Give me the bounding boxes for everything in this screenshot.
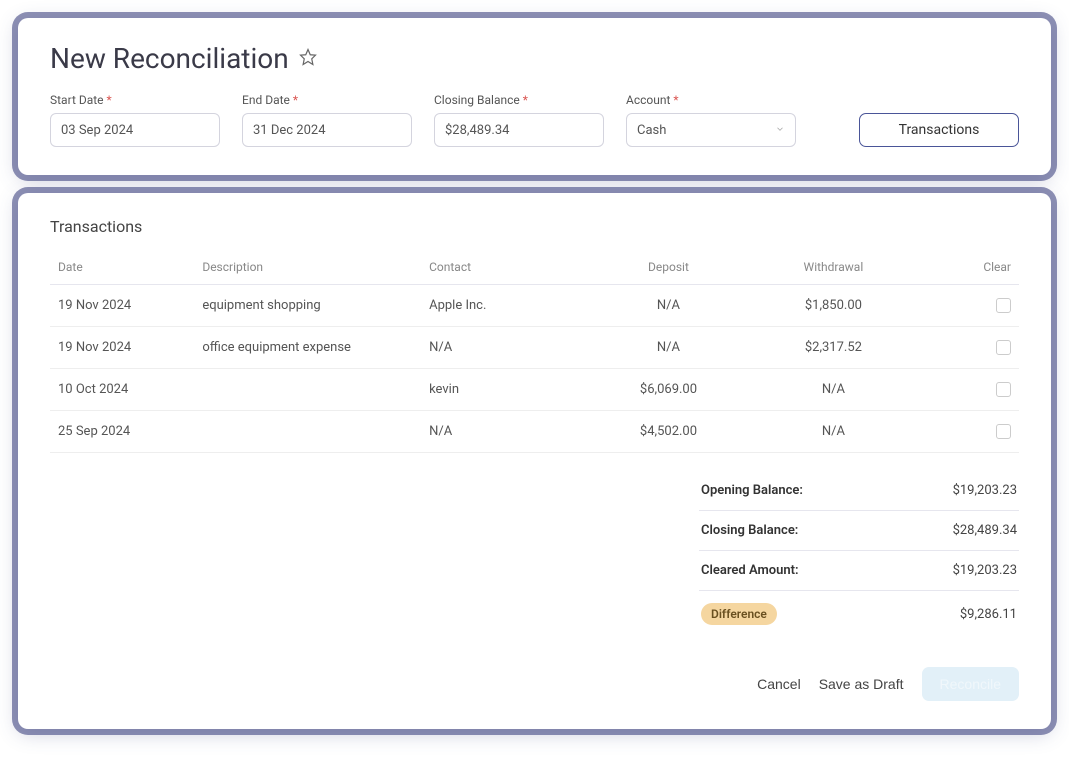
cell-description: office equipment expense — [194, 327, 421, 369]
table-row: 10 Oct 2024 kevin$6,069.00N/A — [50, 369, 1019, 411]
opening-balance-label: Opening Balance: — [701, 483, 803, 498]
closing-balance-value: $28,489.34 — [445, 123, 509, 138]
col-deposit: Deposit — [586, 250, 751, 285]
cell-withdrawal: $2,317.52 — [751, 327, 916, 369]
filters-row: Start Date* 03 Sep 2024 End Date* 31 Dec… — [50, 93, 1019, 147]
closing-balance-label: Closing Balance — [434, 93, 520, 107]
cell-clear — [916, 411, 1019, 453]
summary-cleared-amount: Cleared Amount: $19,203.23 — [699, 551, 1019, 591]
closing-balance-summary-value: $28,489.34 — [953, 523, 1017, 538]
actions-row: Cancel Save as Draft Reconcile — [50, 667, 1019, 701]
end-date-field: End Date* 31 Dec 2024 — [242, 93, 412, 147]
header-card: New Reconciliation Start Date* 03 Sep 20… — [18, 18, 1051, 175]
summary-panel: Opening Balance: $19,203.23 Closing Bala… — [699, 471, 1019, 637]
reconcile-label: Reconcile — [940, 676, 1001, 692]
cancel-button[interactable]: Cancel — [757, 676, 801, 692]
cell-withdrawal: N/A — [751, 411, 916, 453]
cell-contact: N/A — [421, 411, 586, 453]
start-date-field: Start Date* 03 Sep 2024 — [50, 93, 220, 147]
cell-withdrawal: $1,850.00 — [751, 285, 916, 327]
transactions-title: Transactions — [50, 217, 1019, 236]
closing-balance-field: Closing Balance* $28,489.34 — [434, 93, 604, 147]
end-date-label: End Date — [242, 93, 290, 107]
summary-closing-balance: Closing Balance: $28,489.34 — [699, 511, 1019, 551]
closing-balance-input[interactable]: $28,489.34 — [434, 113, 604, 147]
save-draft-label: Save as Draft — [819, 676, 904, 692]
cell-withdrawal: N/A — [751, 369, 916, 411]
difference-value: $9,286.11 — [960, 607, 1017, 622]
cancel-label: Cancel — [757, 676, 801, 692]
cell-date: 10 Oct 2024 — [50, 369, 194, 411]
closing-balance-summary-label: Closing Balance: — [701, 523, 798, 538]
cleared-amount-label: Cleared Amount: — [701, 563, 799, 578]
save-draft-button[interactable]: Save as Draft — [819, 676, 904, 692]
account-select[interactable]: Cash — [626, 113, 796, 147]
cleared-amount-value: $19,203.23 — [953, 563, 1017, 578]
start-date-label: Start Date — [50, 93, 104, 107]
cell-date: 25 Sep 2024 — [50, 411, 194, 453]
account-field: Account* Cash — [626, 93, 796, 147]
table-row: 19 Nov 2024equipment shoppingApple Inc.N… — [50, 285, 1019, 327]
cell-date: 19 Nov 2024 — [50, 327, 194, 369]
star-icon[interactable] — [299, 48, 317, 70]
cell-contact: Apple Inc. — [421, 285, 586, 327]
cell-clear — [916, 369, 1019, 411]
col-description: Description — [194, 250, 421, 285]
cell-description — [194, 369, 421, 411]
transactions-button-label: Transactions — [899, 122, 980, 138]
opening-balance-value: $19,203.23 — [953, 483, 1017, 498]
chevron-down-icon — [775, 123, 785, 138]
end-date-value: 31 Dec 2024 — [253, 123, 326, 138]
page-title: New Reconciliation — [50, 42, 289, 75]
account-value: Cash — [637, 123, 666, 138]
col-clear: Clear — [916, 250, 1019, 285]
cell-deposit: $6,069.00 — [586, 369, 751, 411]
reconcile-button[interactable]: Reconcile — [922, 667, 1019, 701]
end-date-input[interactable]: 31 Dec 2024 — [242, 113, 412, 147]
transactions-table: Date Description Contact Deposit Withdra… — [50, 250, 1019, 453]
start-date-value: 03 Sep 2024 — [61, 123, 133, 138]
start-date-input[interactable]: 03 Sep 2024 — [50, 113, 220, 147]
clear-checkbox[interactable] — [996, 424, 1011, 439]
cell-contact: kevin — [421, 369, 586, 411]
cell-deposit: N/A — [586, 285, 751, 327]
table-row: 25 Sep 2024 N/A$4,502.00N/A — [50, 411, 1019, 453]
col-withdrawal: Withdrawal — [751, 250, 916, 285]
cell-deposit: N/A — [586, 327, 751, 369]
transactions-button[interactable]: Transactions — [859, 113, 1019, 147]
cell-clear — [916, 285, 1019, 327]
col-contact: Contact — [421, 250, 586, 285]
col-date: Date — [50, 250, 194, 285]
clear-checkbox[interactable] — [996, 340, 1011, 355]
cell-deposit: $4,502.00 — [586, 411, 751, 453]
cell-date: 19 Nov 2024 — [50, 285, 194, 327]
cell-contact: N/A — [421, 327, 586, 369]
table-row: 19 Nov 2024office equipment expenseN/AN/… — [50, 327, 1019, 369]
cell-clear — [916, 327, 1019, 369]
summary-opening-balance: Opening Balance: $19,203.23 — [699, 471, 1019, 511]
difference-badge: Difference — [701, 603, 777, 625]
cell-description — [194, 411, 421, 453]
cell-description: equipment shopping — [194, 285, 421, 327]
clear-checkbox[interactable] — [996, 298, 1011, 313]
clear-checkbox[interactable] — [996, 382, 1011, 397]
summary-difference: Difference $9,286.11 — [699, 591, 1019, 637]
transactions-card: Transactions Date Description Contact De… — [18, 193, 1051, 729]
account-label: Account — [626, 93, 670, 107]
